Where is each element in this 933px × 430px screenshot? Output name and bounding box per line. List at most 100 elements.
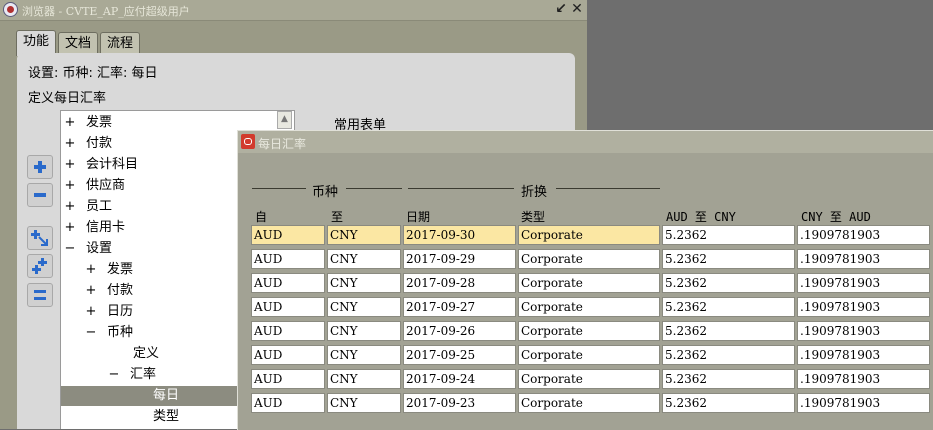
expand-node-icon[interactable]: + <box>85 260 97 280</box>
cny-to-aud-rate-cell[interactable]: .1909781903 <box>797 249 930 269</box>
type-cell[interactable]: Corporate <box>518 369 660 389</box>
tree-node[interactable]: + 付款 <box>64 134 112 154</box>
collapse-all-button[interactable] <box>27 283 53 307</box>
tree-node-label: 类型 <box>153 409 180 424</box>
expand-icon <box>34 161 46 173</box>
from-currency-cell[interactable]: AUD <box>251 273 325 293</box>
tab-documents[interactable]: 文档 <box>58 32 98 55</box>
from-currency-cell[interactable]: AUD <box>251 321 325 341</box>
aud-to-cny-rate-cell[interactable]: 5.2362 <box>662 249 795 269</box>
date-cell[interactable]: 2017-09-28 <box>403 273 516 293</box>
expand-node-icon[interactable]: + <box>64 218 76 238</box>
type-cell[interactable]: Corporate <box>518 345 660 365</box>
type-cell[interactable]: Corporate <box>518 249 660 269</box>
from-currency-cell[interactable]: AUD <box>251 345 325 365</box>
minimize-icon[interactable]: ↙ <box>553 1 569 18</box>
collapse-all-icon <box>34 290 46 300</box>
tree-node[interactable]: + 员工 <box>64 197 112 217</box>
function-description: 定义每日汇率 <box>28 91 107 106</box>
type-cell[interactable]: Corporate <box>518 321 660 341</box>
expand-button[interactable] <box>27 155 53 179</box>
to-currency-cell[interactable]: CNY <box>327 321 401 341</box>
app-logo-icon <box>3 2 18 17</box>
tree-node-label: 币种 <box>107 325 134 340</box>
tree-node-label: 信用卡 <box>86 220 126 235</box>
expand-node-icon[interactable]: + <box>64 176 76 196</box>
to-currency-cell[interactable]: CNY <box>327 369 401 389</box>
aud-to-cny-rate-cell[interactable]: 5.2362 <box>662 393 795 413</box>
tree-node[interactable]: 定义 <box>133 344 159 364</box>
from-currency-cell[interactable]: AUD <box>251 393 325 413</box>
date-cell[interactable]: 2017-09-23 <box>403 393 516 413</box>
tree-node[interactable]: + 发票 <box>85 260 133 280</box>
to-currency-cell[interactable]: CNY <box>327 249 401 269</box>
cny-to-aud-rate-cell[interactable]: .1909781903 <box>797 369 930 389</box>
cny-to-aud-rate-cell[interactable]: .1909781903 <box>797 273 930 293</box>
expand-node-icon[interactable]: + <box>64 113 76 133</box>
expand-branch-button[interactable] <box>27 226 53 250</box>
date-cell[interactable]: 2017-09-27 <box>403 297 516 317</box>
expand-node-icon[interactable]: + <box>64 134 76 154</box>
expand-node-icon[interactable]: + <box>64 155 76 175</box>
date-cell[interactable]: 2017-09-29 <box>403 249 516 269</box>
tree-node-label: 定义 <box>133 346 160 361</box>
aud-to-cny-rate-cell[interactable]: 5.2362 <box>662 273 795 293</box>
type-cell[interactable]: Corporate <box>518 393 660 413</box>
tree-node[interactable]: + 付款 <box>85 281 133 301</box>
tree-scroll-up-icon[interactable]: ▲ <box>277 111 292 129</box>
aud-to-cny-rate-cell[interactable]: 5.2362 <box>662 321 795 341</box>
from-currency-cell[interactable]: AUD <box>251 225 325 245</box>
to-currency-cell[interactable]: CNY <box>327 393 401 413</box>
tree-node[interactable]: 类型 <box>153 407 179 427</box>
expand-all-button[interactable] <box>27 254 53 278</box>
aud-to-cny-rate-cell[interactable]: 5.2362 <box>662 225 795 245</box>
tree-node[interactable]: + 信用卡 <box>64 218 125 238</box>
collapse-button[interactable] <box>27 183 53 207</box>
to-currency-cell[interactable]: CNY <box>327 225 401 245</box>
tree-node[interactable]: + 供应商 <box>64 176 125 196</box>
cny-to-aud-rate-cell[interactable]: .1909781903 <box>797 321 930 341</box>
expand-node-icon[interactable]: + <box>64 197 76 217</box>
to-currency-cell[interactable]: CNY <box>327 297 401 317</box>
date-cell[interactable]: 2017-09-24 <box>403 369 516 389</box>
date-cell[interactable]: 2017-09-30 <box>403 225 516 245</box>
expand-node-icon[interactable]: + <box>85 302 97 322</box>
daily-rates-window: 每日汇率 币种 折换 自 至 日期 类型 AUD 至 CNY CNY 至 AUD… <box>237 130 933 430</box>
collapse-node-icon[interactable]: − <box>64 239 76 259</box>
cny-to-aud-rate-cell[interactable]: .1909781903 <box>797 393 930 413</box>
cny-to-aud-rate-cell[interactable]: .1909781903 <box>797 345 930 365</box>
date-cell[interactable]: 2017-09-26 <box>403 321 516 341</box>
tree-node-label: 付款 <box>86 136 113 151</box>
to-currency-cell[interactable]: CNY <box>327 345 401 365</box>
rates-table: AUD CNY 2017-09-30 Corporate 5.2362.19097819… <box>238 131 933 430</box>
cny-to-aud-rate-cell[interactable]: .1909781903 <box>797 225 930 245</box>
from-currency-cell[interactable]: AUD <box>251 297 325 317</box>
tree-node-label: 发票 <box>107 262 134 277</box>
tree-node[interactable]: + 日历 <box>85 302 133 322</box>
close-icon[interactable]: ✕ <box>569 1 585 18</box>
from-currency-cell[interactable]: AUD <box>251 249 325 269</box>
from-currency-cell[interactable]: AUD <box>251 369 325 389</box>
collapse-node-icon[interactable]: − <box>85 323 97 343</box>
aud-to-cny-rate-cell[interactable]: 5.2362 <box>662 369 795 389</box>
collapse-node-icon[interactable]: − <box>108 365 120 385</box>
expand-node-icon[interactable]: + <box>85 281 97 301</box>
cny-to-aud-rate-cell[interactable]: .1909781903 <box>797 297 930 317</box>
type-cell[interactable]: Corporate <box>518 225 660 245</box>
tree-node[interactable]: − 币种 <box>85 323 133 343</box>
tab-processes[interactable]: 流程 <box>100 32 140 55</box>
type-cell[interactable]: Corporate <box>518 273 660 293</box>
tree-node-label: 会计科目 <box>86 157 139 172</box>
aud-to-cny-rate-cell[interactable]: 5.2362 <box>662 297 795 317</box>
to-currency-cell[interactable]: CNY <box>327 273 401 293</box>
tree-node[interactable]: − 汇率 <box>108 365 156 385</box>
type-cell[interactable]: Corporate <box>518 297 660 317</box>
tree-node[interactable]: − 设置 <box>64 239 112 259</box>
desktop-background <box>587 0 933 130</box>
date-cell[interactable]: 2017-09-25 <box>403 345 516 365</box>
tree-node-label: 设置 <box>86 241 113 256</box>
tree-node[interactable]: + 发票 <box>64 113 112 133</box>
tree-node[interactable]: + 会计科目 <box>64 155 138 175</box>
aud-to-cny-rate-cell[interactable]: 5.2362 <box>662 345 795 365</box>
expand-branch-icon <box>31 230 48 246</box>
